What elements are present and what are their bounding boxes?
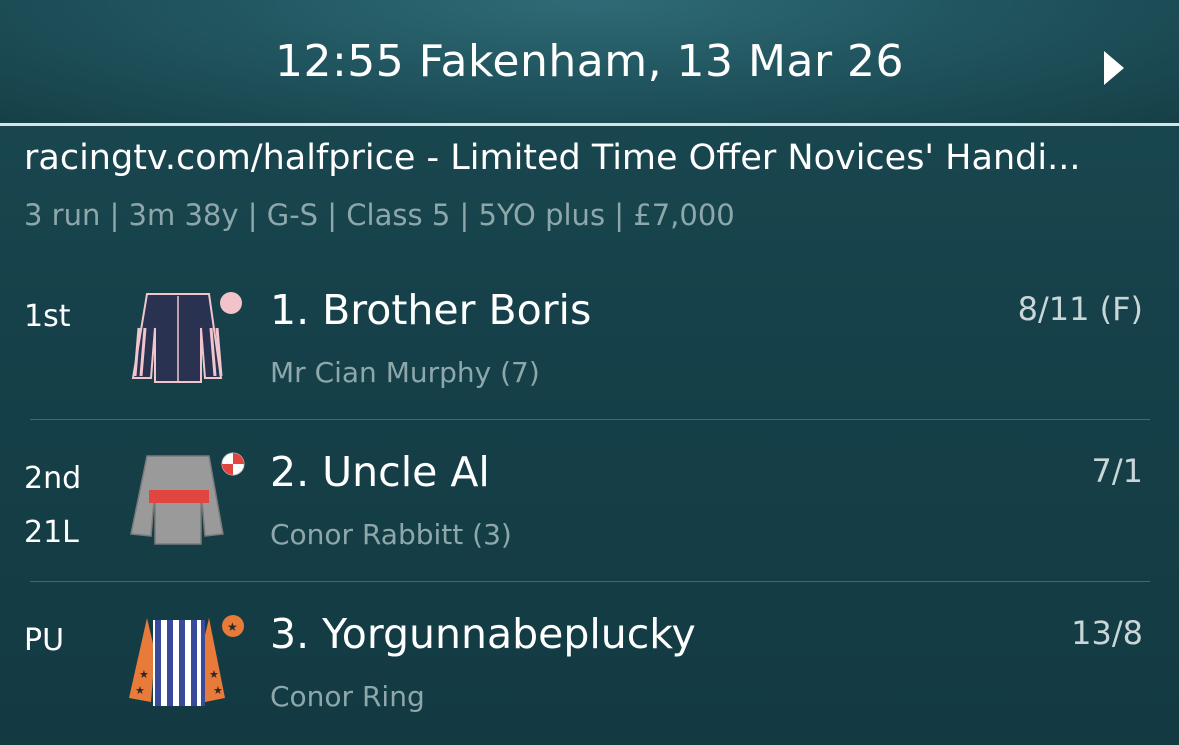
jockey-name: Mr Cian Murphy (7): [270, 356, 540, 389]
jockey-silks-icon: [131, 292, 242, 383]
odds: 13/8: [1071, 614, 1143, 652]
position-label: PU: [24, 623, 65, 658]
svg-text:★: ★: [139, 668, 149, 681]
runner-row[interactable]: 1st 1. Brother Boris Mr Cian Murphy (7) …: [0, 268, 1179, 430]
finish-position: 2nd 21L: [24, 452, 81, 560]
odds: 7/1: [1091, 452, 1144, 490]
row-divider: [30, 581, 1150, 582]
runner-row[interactable]: PU ★ ★ ★ ★ ★ 3. Yorgunnabeplucky Conor R…: [0, 592, 1179, 745]
distance-beaten: 21L: [24, 515, 79, 550]
next-race-arrow-icon[interactable]: [1104, 51, 1124, 85]
row-divider: [30, 419, 1150, 420]
position-label: 1st: [24, 299, 71, 334]
finish-position: 1st: [24, 290, 70, 344]
jockey-silks-icon: ★ ★ ★ ★ ★: [129, 615, 244, 706]
race-header: 12:55 Fakenham, 13 Mar 26: [0, 0, 1179, 126]
race-result-screen: 12:55 Fakenham, 13 Mar 26 racingtv.com/h…: [0, 0, 1179, 745]
horse-name: 2. Uncle Al: [270, 448, 490, 496]
position-label: 2nd: [24, 461, 82, 496]
race-details: 3 run | 3m 38y | G-S | Class 5 | 5YO plu…: [24, 198, 735, 232]
svg-text:★: ★: [227, 620, 238, 634]
jockey-name: Conor Rabbitt (3): [270, 518, 512, 551]
jockey-name: Conor Ring: [270, 680, 425, 713]
finish-position: PU: [24, 614, 64, 668]
horse-name: 1. Brother Boris: [270, 286, 592, 334]
svg-text:★: ★: [209, 668, 219, 681]
jockey-silks-icon: [130, 452, 245, 545]
svg-text:★: ★: [213, 684, 223, 697]
horse-name: 3. Yorgunnabeplucky: [270, 610, 696, 658]
svg-text:★: ★: [135, 684, 145, 697]
runner-row[interactable]: 2nd 21L 2. Uncle Al Conor Rabbitt (3) 7/…: [0, 430, 1179, 592]
race-name: racingtv.com/halfprice - Limited Time Of…: [24, 138, 1081, 178]
odds: 8/11 (F): [1017, 290, 1143, 328]
race-title: 12:55 Fakenham, 13 Mar 26: [274, 36, 905, 87]
